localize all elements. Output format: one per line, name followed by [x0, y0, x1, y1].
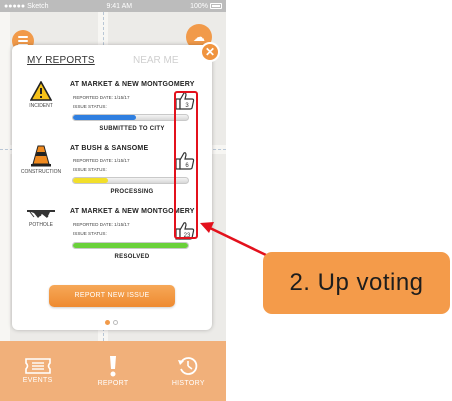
status-bar: ●●●●● Sketch 9:41 AM 100%	[0, 0, 226, 12]
exclamation-icon	[109, 356, 116, 377]
traffic-cone-icon	[31, 145, 51, 167]
carrier-label: ●●●●● Sketch	[4, 2, 49, 10]
close-button[interactable]: ✕	[200, 42, 220, 62]
nav-history-label: HISTORY	[171, 380, 205, 387]
battery-label: 100%	[190, 2, 208, 10]
nav-report-label: REPORT	[97, 380, 129, 387]
report-location: AT BUSH & SANSOME	[70, 145, 149, 152]
issue-status-label: ISSUE STATUS:	[73, 104, 107, 109]
nav-events[interactable]: EVENTS	[8, 358, 68, 384]
status-progress-bar	[72, 114, 189, 121]
report-type-label: POTHOLE	[29, 222, 53, 228]
progress-fill	[73, 115, 137, 120]
nav-history[interactable]: HISTORY	[158, 355, 218, 387]
report-new-issue-button[interactable]: REPORT NEW ISSUE	[49, 285, 175, 307]
close-icon: ✕	[204, 45, 216, 59]
battery-indicator: 100%	[190, 3, 222, 10]
tab-near-me[interactable]: NEAR ME	[133, 55, 179, 66]
status-progress-bar	[72, 242, 189, 249]
report-type: INCIDENT	[16, 81, 66, 121]
progress-fill	[73, 243, 188, 248]
map-street	[0, 12, 10, 341]
annotation-callout: 2. Up voting	[263, 252, 450, 314]
report-type: CONSTRUCTION	[16, 145, 66, 185]
issue-status-label: ISSUE STATUS:	[73, 167, 107, 172]
report-type: POTHOLE	[16, 208, 66, 248]
report-type-label: INCIDENT	[29, 103, 53, 109]
nav-events-label: EVENTS	[22, 377, 53, 384]
history-icon	[178, 357, 198, 375]
cloud-icon: ☁	[193, 30, 205, 44]
report-date: REPORTED DATE: 1/15/17	[73, 95, 130, 100]
page-indicator	[105, 320, 118, 325]
menu-icon	[18, 36, 28, 38]
status-progress-bar	[72, 177, 189, 184]
tab-my-reports[interactable]: MY REPORTS	[27, 55, 95, 66]
page-dot-active[interactable]	[105, 320, 110, 325]
clock-label: 9:41 AM	[106, 2, 133, 10]
upvote-highlight-box	[174, 91, 198, 239]
report-type-label: CONSTRUCTION	[20, 169, 62, 175]
report-location: AT MARKET & NEW MONTGOMERY	[70, 81, 195, 88]
warning-triangle-icon	[30, 81, 52, 101]
report-tabs: MY REPORTS NEAR ME	[27, 55, 202, 69]
page-dot[interactable]	[113, 320, 118, 325]
ticket-icon	[24, 358, 51, 374]
report-date: REPORTED DATE: 1/15/17	[73, 158, 130, 163]
progress-fill	[73, 178, 108, 183]
bottom-nav: EVENTS REPORT HISTORY	[0, 341, 226, 401]
status-text: RESOLVED	[114, 254, 150, 260]
battery-icon	[210, 3, 222, 9]
nav-report[interactable]: REPORT	[83, 355, 143, 387]
pothole-icon	[27, 210, 55, 218]
issue-status-label: ISSUE STATUS:	[73, 231, 107, 236]
report-date: REPORTED DATE: 1/15/17	[73, 222, 130, 227]
